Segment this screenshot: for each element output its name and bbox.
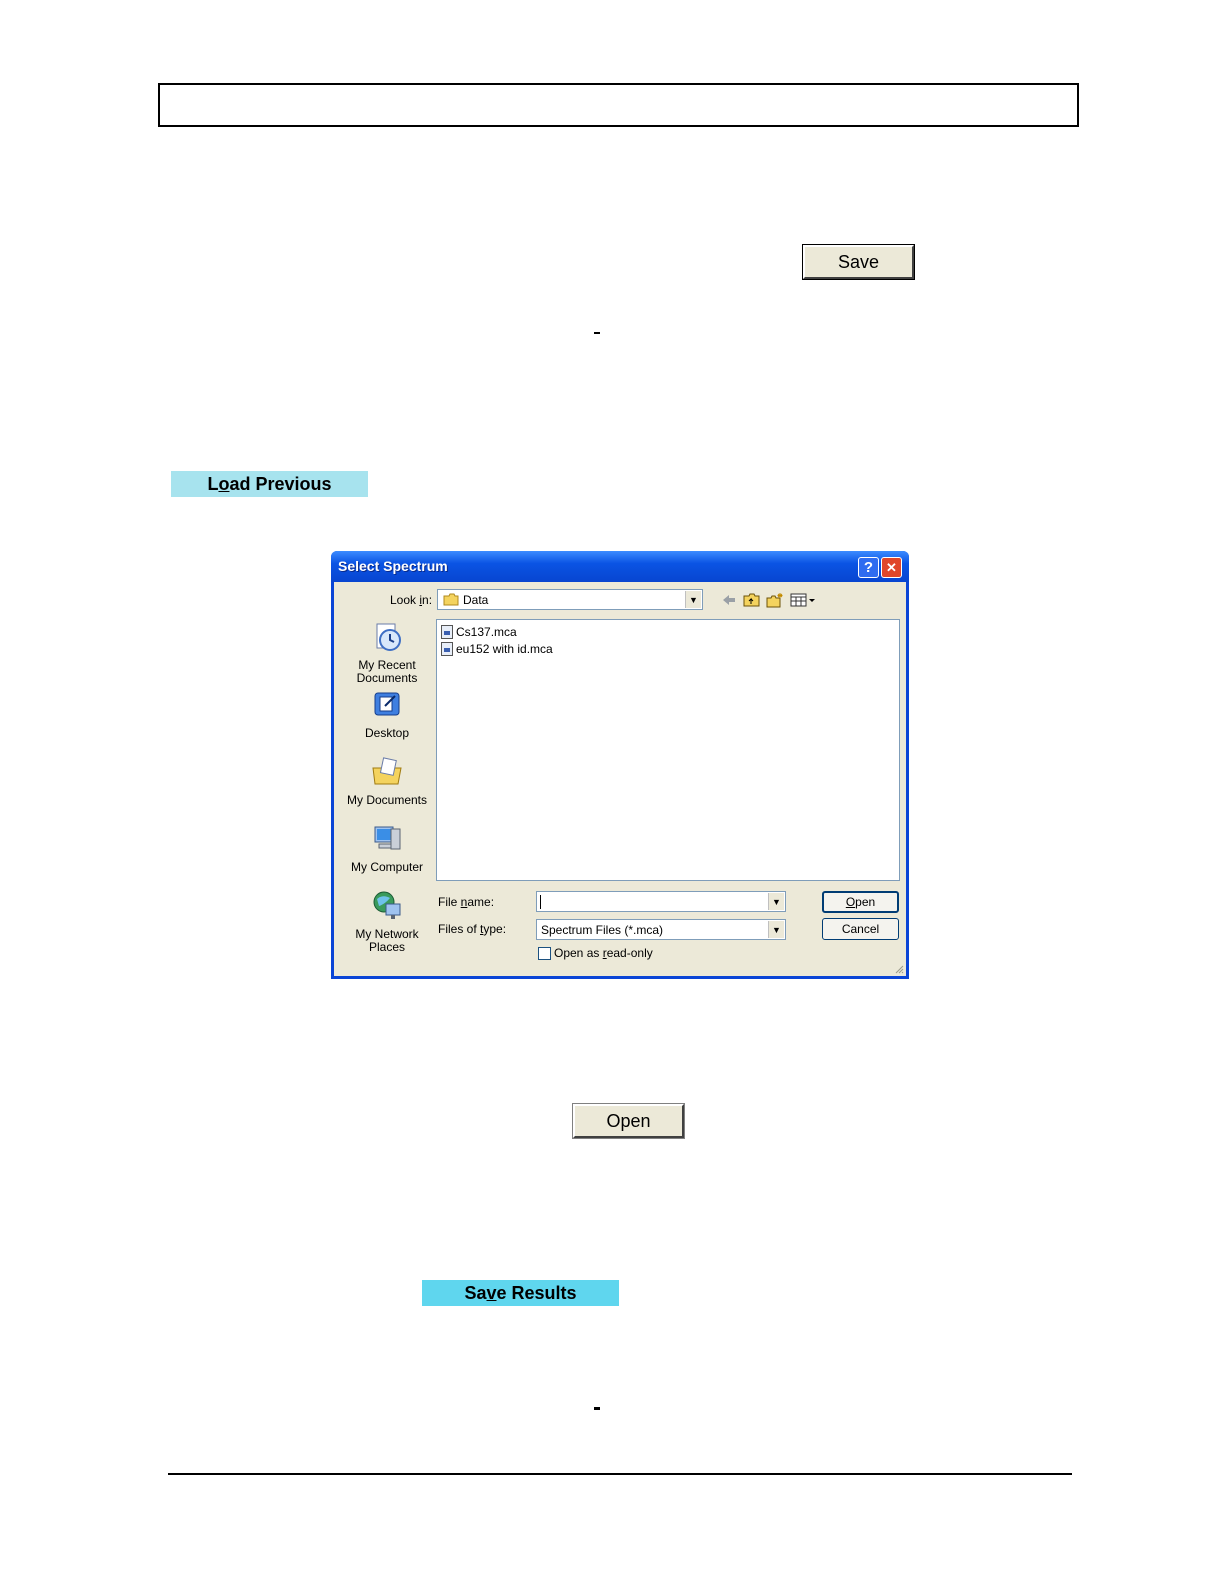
place-label: Documents xyxy=(356,671,418,685)
files-of-type-value: Spectrum Files (*.mca) xyxy=(541,923,664,937)
file-name-label-a: File xyxy=(438,895,461,909)
close-button[interactable]: ✕ xyxy=(881,557,902,578)
file-item[interactable]: eu152 with id.mca xyxy=(441,640,553,657)
file-name: eu152 with id.mca xyxy=(456,641,553,656)
look-in-dropdown[interactable]: Data ▼ xyxy=(437,589,703,610)
load-previous-button[interactable]: Lo ad Previous xyxy=(171,471,368,497)
cancel-label: Cancel xyxy=(841,922,880,936)
place-my-network-places[interactable]: My Network Places xyxy=(344,890,430,954)
chevron-down-icon: ▼ xyxy=(772,924,781,935)
load-previous-label-b: o xyxy=(218,473,230,494)
dialog-cancel-button[interactable]: Cancel xyxy=(822,918,899,940)
text-cursor xyxy=(540,895,541,909)
dash-mark xyxy=(594,1407,600,1410)
file-list[interactable]: Cs137.mca eu152 with id.mca xyxy=(436,619,900,881)
save-results-button[interactable]: Sa v e Results xyxy=(422,1280,619,1306)
view-menu-icon[interactable] xyxy=(790,592,816,608)
dialog-title: Select Spectrum xyxy=(338,558,448,574)
file-name-label: File name: xyxy=(438,895,494,909)
header-box xyxy=(158,83,1079,127)
save-button-label: Save xyxy=(837,251,880,272)
look-in-arrow[interactable]: ▼ xyxy=(685,591,701,608)
file-name-label-c: ame: xyxy=(467,895,495,909)
files-of-type-label: Files of type: xyxy=(438,922,506,936)
read-only-checkbox[interactable] xyxy=(538,947,551,960)
back-icon[interactable] xyxy=(720,592,738,608)
my-documents-icon xyxy=(372,757,402,785)
recent-documents-icon xyxy=(376,623,401,651)
save-button[interactable]: Save xyxy=(802,244,915,280)
open-label-b: pen xyxy=(855,895,876,909)
look-in-value: Data xyxy=(463,593,489,607)
places-bar: My Recent Documents Desktop My Documents xyxy=(344,618,430,958)
open-button[interactable]: Open xyxy=(572,1103,685,1139)
load-previous-label-a: L xyxy=(207,473,219,494)
file-icon xyxy=(441,624,453,639)
file-name-input[interactable]: ▼ xyxy=(536,891,786,912)
dialog-open-button[interactable]: Open xyxy=(822,891,899,913)
read-only-label-c: ead-only xyxy=(606,946,653,960)
open-label-a: O xyxy=(845,895,856,909)
help-button[interactable]: ? xyxy=(858,557,879,578)
folder-icon xyxy=(443,593,459,606)
resize-grip-icon[interactable] xyxy=(894,964,904,974)
place-my-computer[interactable]: My Computer xyxy=(344,823,430,874)
place-label: My Computer xyxy=(350,860,424,874)
up-folder-icon[interactable] xyxy=(743,592,761,608)
files-of-type-arrow[interactable]: ▼ xyxy=(768,921,784,938)
dash-mark xyxy=(594,332,600,334)
place-my-documents[interactable]: My Documents xyxy=(344,756,430,807)
place-my-recent-documents[interactable]: My Recent Documents xyxy=(344,621,430,685)
look-in-label-a: Look xyxy=(390,593,420,607)
new-folder-icon[interactable] xyxy=(766,592,784,608)
chevron-down-icon: ▼ xyxy=(772,896,781,907)
dialog-body: Look in: Data ▼ My Recent Documents Desk… xyxy=(334,582,906,976)
file-name: Cs137.mca xyxy=(456,624,517,639)
file-icon xyxy=(441,641,453,656)
files-of-type-dropdown[interactable]: Spectrum Files (*.mca) ▼ xyxy=(536,919,786,940)
place-label: My Documents xyxy=(346,793,428,807)
read-only-label-a: Open as xyxy=(554,946,603,960)
files-of-type-label-a: Files of xyxy=(438,922,481,936)
help-icon: ? xyxy=(863,559,874,576)
footer-rule xyxy=(168,1473,1072,1475)
save-results-label-c: e Results xyxy=(496,1282,577,1303)
my-computer-icon xyxy=(374,826,401,850)
file-item[interactable]: Cs137.mca xyxy=(441,623,517,640)
files-of-type-label-c: ype: xyxy=(483,922,507,936)
select-spectrum-dialog: Select Spectrum ? ✕ Look in: Data ▼ My R… xyxy=(331,551,909,979)
save-results-label-b: v xyxy=(486,1282,497,1303)
place-desktop[interactable]: Desktop xyxy=(344,689,430,740)
look-in-label-c: n: xyxy=(422,593,433,607)
file-name-arrow[interactable]: ▼ xyxy=(768,893,784,910)
look-in-label: Look in: xyxy=(390,593,432,607)
place-label: Desktop xyxy=(364,726,410,740)
network-places-icon xyxy=(373,891,401,919)
dialog-titlebar: Select Spectrum ? ✕ xyxy=(331,551,909,582)
open-button-label: Open xyxy=(606,1110,651,1131)
save-results-label-a: Sa xyxy=(464,1282,487,1303)
load-previous-label-c: ad Previous xyxy=(229,473,332,494)
desktop-icon xyxy=(374,692,400,716)
place-label: Places xyxy=(368,940,406,954)
close-icon: ✕ xyxy=(886,559,897,575)
chevron-down-icon: ▼ xyxy=(689,594,698,605)
read-only-label: Open as read-only xyxy=(554,946,653,960)
